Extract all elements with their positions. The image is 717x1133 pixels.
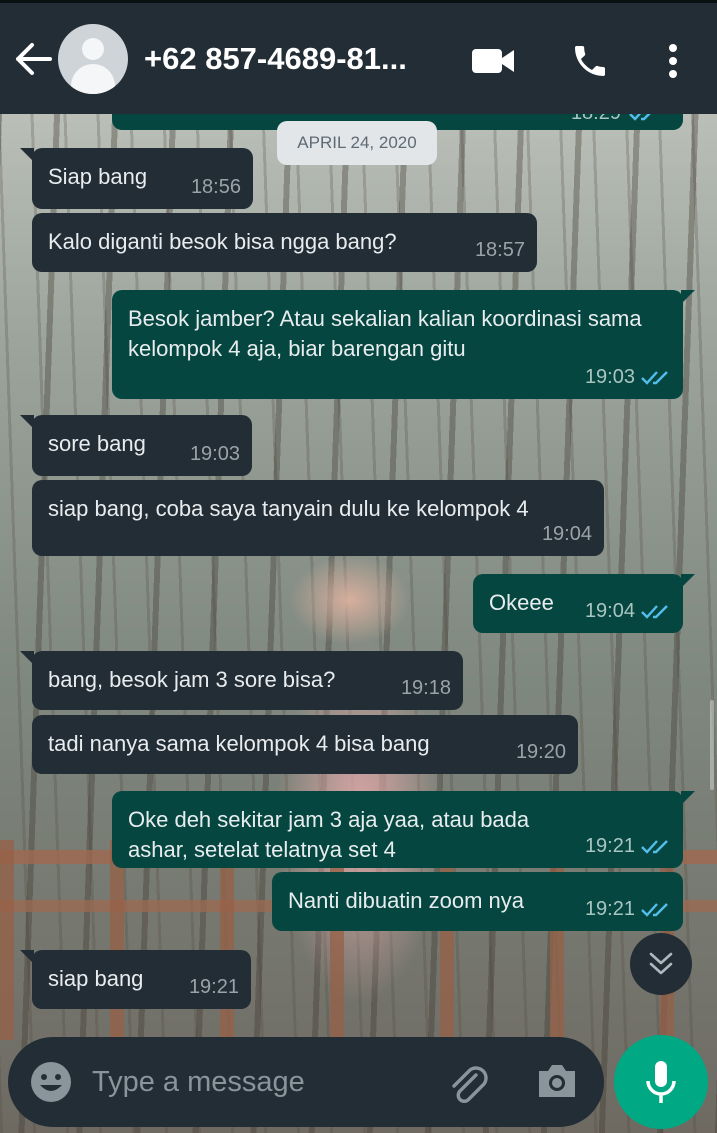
message-time: 19:21 — [584, 835, 635, 857]
message-bubble-outgoing[interactable]: Oke deh sekitar jam 3 aja yaa, atau bada… — [112, 791, 695, 868]
wallpaper-railing — [0, 840, 717, 1040]
read-ticks-icon — [641, 902, 668, 917]
message-bubble-outgoing[interactable]: Okeee 19:04 — [473, 574, 695, 633]
message-time: 19:18 — [400, 677, 451, 699]
scrollbar[interactable] — [710, 700, 714, 790]
message-text: sore bang — [48, 431, 146, 456]
message-bubble-incoming[interactable]: tadi nanya sama kelompok 4 bisa bang 19:… — [32, 715, 578, 774]
back-arrow-icon[interactable] — [6, 31, 62, 87]
message-time: 19:21 — [584, 898, 635, 920]
message-composer — [8, 1037, 604, 1127]
scroll-to-bottom-button[interactable] — [630, 933, 692, 995]
message-time: 18:57 — [474, 239, 525, 261]
message-text: Oke deh sekitar jam 3 aja yaa, atau bada… — [128, 807, 530, 862]
message-time: 19:20 — [515, 741, 566, 763]
message-bubble-incoming[interactable]: siap bang, coba saya tanyain dulu ke kel… — [32, 480, 604, 556]
emoji-icon[interactable] — [30, 1061, 72, 1108]
message-text: tadi nanya sama kelompok 4 bisa bang — [48, 731, 430, 756]
message-time: 19:04 — [541, 523, 592, 545]
voice-message-button[interactable] — [614, 1035, 708, 1129]
default-avatar-icon — [82, 37, 104, 60]
voice-call-icon[interactable] — [565, 33, 615, 89]
message-bubble-incoming[interactable]: Kalo diganti besok bisa ngga bang? 18:57 — [32, 213, 537, 272]
date-divider: APRIL 24, 2020 — [277, 121, 437, 165]
double-chevron-down-icon — [649, 952, 673, 975]
message-time: 19:04 — [584, 600, 635, 622]
chat-header: +62 857-4689-81... — [0, 0, 717, 114]
message-bubble-outgoing[interactable]: Besok jamber? Atau sekalian kalian koord… — [112, 290, 695, 399]
message-text: Siap bang — [48, 164, 148, 189]
message-time: 19:21 — [188, 976, 239, 998]
attach-clip-icon[interactable] — [446, 1061, 490, 1110]
message-text: Kalo diganti besok bisa ngga bang? — [48, 229, 397, 254]
message-bubble-outgoing[interactable]: Nanti dibuatin zoom nya 19:21 — [272, 872, 683, 931]
message-text: Okeee — [489, 590, 554, 615]
message-time: 19:03 — [189, 443, 240, 465]
message-bubble-incoming[interactable]: bang, besok jam 3 sore bisa? 19:18 — [20, 651, 463, 710]
message-text: bang, besok jam 3 sore bisa? — [48, 667, 336, 692]
contact-name[interactable]: +62 857-4689-81... — [144, 41, 448, 77]
message-text: siap bang, coba saya tanyain dulu ke kel… — [48, 496, 529, 521]
message-bubble-incoming[interactable]: Siap bang 18:56 — [20, 148, 253, 209]
message-input[interactable] — [92, 1059, 412, 1105]
message-bubble-incoming[interactable]: siap bang 19:21 — [20, 950, 251, 1009]
read-ticks-icon — [641, 370, 668, 385]
microphone-icon — [646, 1061, 676, 1103]
message-bubble-incoming[interactable]: sore bang 19:03 — [20, 415, 252, 476]
contact-avatar[interactable] — [58, 23, 128, 94]
more-vert-icon[interactable] — [655, 33, 691, 89]
message-text: siap bang — [48, 966, 144, 991]
message-time: 19:03 — [584, 366, 635, 388]
read-ticks-icon — [641, 604, 668, 619]
read-ticks-icon — [641, 839, 668, 854]
message-text: Nanti dibuatin zoom nya — [288, 888, 525, 913]
video-call-icon[interactable] — [468, 33, 518, 89]
message-text: Besok jamber? Atau sekalian kalian koord… — [128, 306, 642, 361]
message-time: 18:56 — [190, 176, 241, 198]
camera-icon[interactable] — [535, 1061, 579, 1106]
